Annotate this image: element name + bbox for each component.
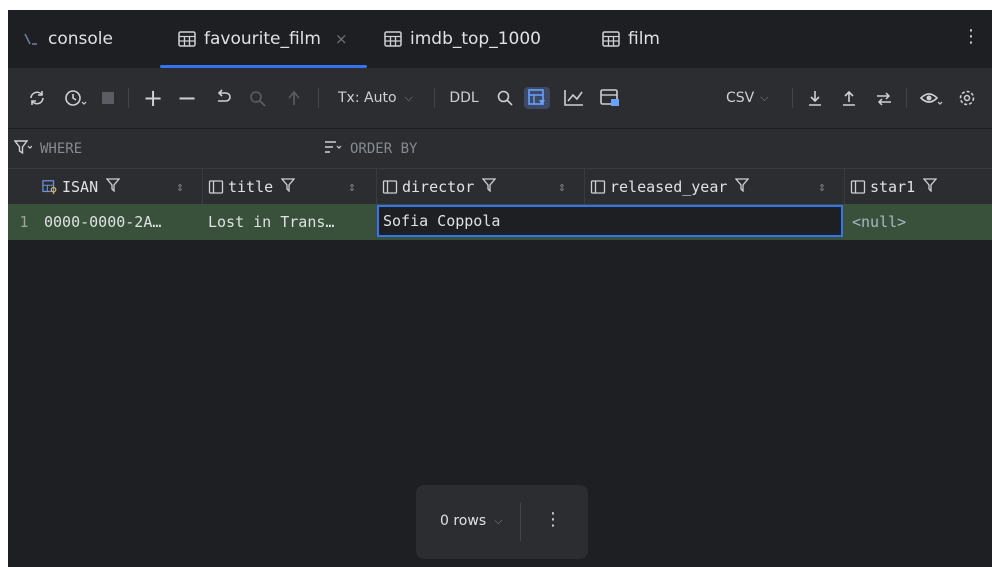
tx-mode-label: Tx: Auto — [338, 90, 397, 106]
sort-icon[interactable]: ⇕ — [818, 180, 826, 195]
column-filter-icon[interactable] — [105, 178, 121, 196]
chevron-down-icon: ⌵ — [494, 514, 503, 527]
search-icon[interactable] — [494, 87, 516, 109]
column-header-released-year[interactable]: released_year ⇕ — [590, 169, 844, 205]
sort-icon — [324, 139, 342, 159]
table-icon — [178, 30, 196, 48]
grid-header: ISAN ⇕ title ⇕ director ⇕ released_year … — [8, 168, 992, 205]
cell-star1[interactable]: <null> — [852, 204, 992, 240]
history-icon[interactable] — [62, 87, 88, 109]
tab-imdb-top-1000[interactable]: imdb_top_1000 — [384, 10, 541, 68]
cell-editor-director[interactable] — [377, 205, 843, 237]
tab-label: favourite_film — [204, 29, 321, 49]
order-by-placeholder: ORDER BY — [350, 141, 418, 157]
tab-label: imdb_top_1000 — [410, 29, 541, 49]
editor-tabs: console favourite_film × imdb_top_1000 f… — [8, 10, 992, 68]
compare-icon[interactable] — [872, 87, 896, 109]
column-filter-icon[interactable] — [280, 178, 296, 196]
cell-title[interactable]: Lost in Trans… — [208, 204, 374, 240]
view-icon[interactable] — [918, 87, 944, 109]
more-tabs-icon[interactable]: ⋮ — [962, 26, 980, 47]
results-status-pill: 0 rows ⌵ ⋮ — [416, 485, 588, 559]
column-filter-icon[interactable] — [735, 178, 750, 196]
tab-label: console — [48, 29, 113, 49]
table-icon — [384, 30, 402, 48]
ddl-button[interactable]: DDL — [446, 87, 482, 109]
table-view-icon[interactable] — [524, 87, 550, 109]
database-editor: console favourite_film × imdb_top_1000 f… — [8, 10, 992, 567]
column-filter-icon[interactable] — [922, 178, 938, 196]
chevron-down-icon: ⌵ — [404, 91, 413, 104]
filter-icon — [13, 139, 33, 159]
settings-icon[interactable] — [956, 87, 978, 109]
row-count-dropdown[interactable]: 0 rows ⌵ — [440, 513, 502, 529]
where-placeholder: WHERE — [40, 141, 83, 157]
column-header-star1[interactable]: star1 — [850, 169, 992, 205]
sort-icon[interactable]: ⇕ — [176, 180, 184, 195]
column-icon — [590, 179, 606, 195]
column-icon — [208, 179, 224, 195]
tab-favourite-film[interactable]: favourite_film × — [178, 10, 348, 68]
submit-icon[interactable] — [284, 87, 304, 109]
filter-bar: WHERE ORDER BY — [8, 128, 992, 169]
table-icon — [602, 30, 620, 48]
close-icon[interactable]: × — [335, 30, 348, 48]
where-filter-input[interactable]: WHERE — [13, 139, 83, 159]
column-icon — [382, 179, 398, 195]
column-header-title[interactable]: title ⇕ — [208, 169, 376, 205]
chevron-down-icon: ⌵ — [760, 91, 769, 104]
refresh-icon[interactable] — [26, 87, 48, 109]
tab-label: film — [628, 29, 660, 49]
export-format-dropdown[interactable]: CSV ⌵ — [726, 87, 778, 109]
stop-icon[interactable] — [100, 87, 116, 109]
column-name: ISAN — [62, 178, 99, 196]
console-icon — [22, 30, 40, 48]
tab-film[interactable]: film — [602, 10, 660, 68]
cell-isan[interactable]: 0000-0000-2A… — [44, 204, 200, 240]
upload-icon[interactable] — [838, 87, 860, 109]
primary-key-icon — [42, 179, 58, 195]
column-icon — [850, 179, 866, 195]
data-toolbar: + − Tx: Auto ⌵ DDL CSV ⌵ — [8, 68, 992, 128]
column-name: title — [228, 178, 274, 196]
record-view-icon[interactable] — [598, 87, 622, 109]
sort-icon[interactable]: ⇕ — [558, 180, 566, 195]
column-name: director — [402, 178, 475, 196]
add-row-icon[interactable]: + — [142, 84, 164, 112]
delete-row-icon[interactable]: − — [176, 84, 198, 112]
column-name: released_year — [610, 178, 728, 196]
export-format-label: CSV — [726, 90, 755, 106]
column-filter-icon[interactable] — [481, 178, 497, 196]
column-header-director[interactable]: director ⇕ — [382, 169, 584, 205]
revert-icon[interactable] — [212, 87, 234, 109]
preview-changes-icon[interactable] — [246, 87, 270, 109]
tx-mode-dropdown[interactable]: Tx: Auto ⌵ — [338, 87, 424, 109]
order-by-input[interactable]: ORDER BY — [324, 139, 417, 159]
download-icon[interactable] — [804, 87, 826, 109]
column-name: star1 — [870, 178, 916, 196]
tab-console[interactable]: console — [22, 10, 113, 68]
sort-icon[interactable]: ⇕ — [348, 180, 356, 195]
row-number: 1 — [19, 213, 29, 231]
more-options-icon[interactable]: ⋮ — [544, 509, 562, 530]
row-count-label: 0 rows — [440, 513, 487, 529]
chart-icon[interactable] — [562, 87, 586, 109]
column-header-isan[interactable]: ISAN ⇕ — [42, 169, 202, 205]
